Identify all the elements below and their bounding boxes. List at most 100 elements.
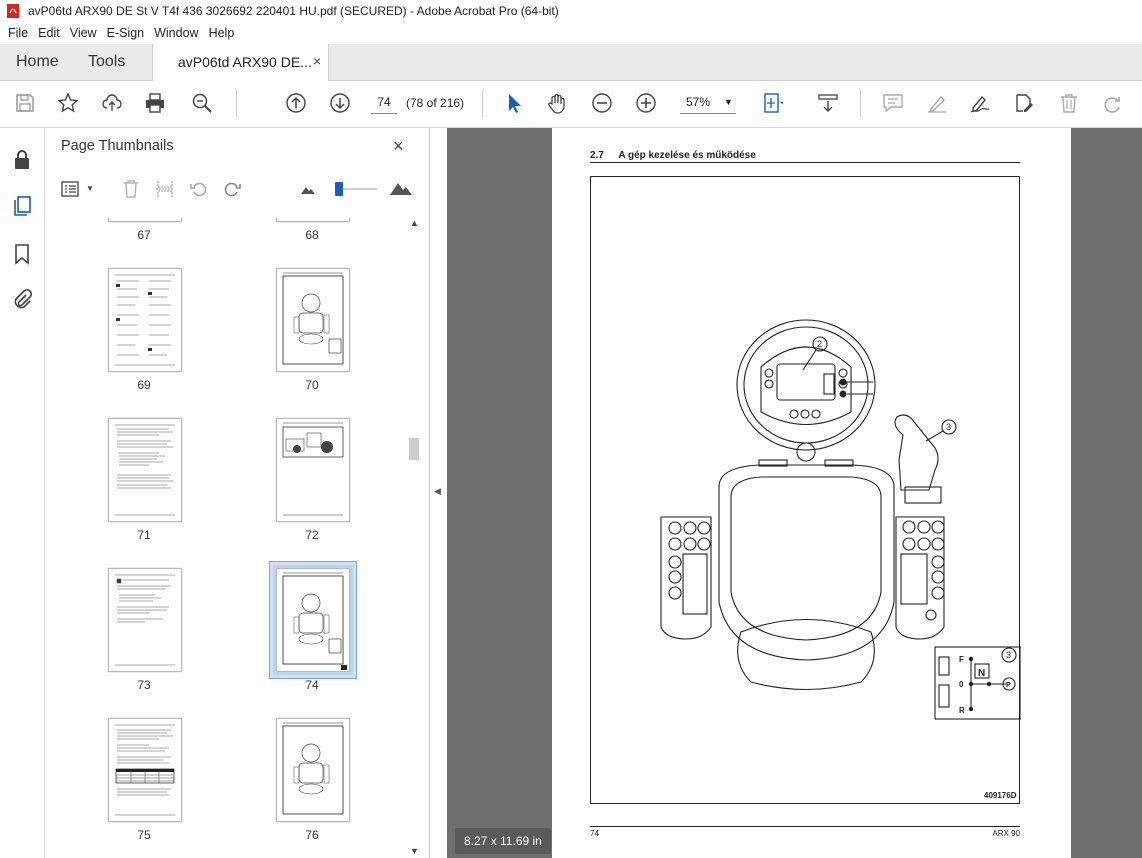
thumbnail-content — [115, 574, 175, 666]
collapse-panel-icon[interactable]: ◀ — [434, 486, 441, 497]
chevron-down-icon: ▼ — [724, 97, 733, 107]
tab-tools[interactable]: Tools — [88, 44, 125, 80]
thumbnail-page-73[interactable] — [108, 568, 182, 672]
thumbnail-page-71[interactable] — [108, 418, 182, 522]
lock-icon[interactable] — [10, 148, 34, 172]
next-page-icon[interactable] — [328, 91, 352, 115]
highlight-icon[interactable] — [925, 91, 949, 115]
bookmarks-icon[interactable] — [10, 242, 34, 266]
sign-icon[interactable] — [968, 91, 992, 115]
thumbnail-label: 67 — [137, 228, 151, 242]
select-cursor-icon[interactable] — [502, 91, 526, 115]
thumbnail-label: 70 — [305, 378, 319, 392]
thumbnail-size-handle[interactable] — [335, 182, 343, 196]
page-thumbnails-icon[interactable] — [10, 194, 34, 218]
options-menu-icon[interactable] — [61, 180, 81, 198]
delete-page-icon[interactable] — [121, 179, 141, 199]
thumbnail-page-74[interactable] — [273, 565, 353, 675]
toolbar-separator — [236, 89, 237, 117]
panel-title: Page Thumbnails — [61, 138, 174, 154]
menu-edit[interactable]: Edit — [38, 26, 60, 40]
thumbnail-page-70[interactable] — [276, 268, 350, 372]
zoom-in-icon[interactable] — [634, 91, 658, 115]
page-size-badge: 8.27 x 11.69 in — [455, 828, 551, 854]
edit-icon[interactable] — [1012, 91, 1036, 115]
thumbnail-content — [115, 424, 175, 516]
menu-help[interactable]: Help — [209, 26, 235, 40]
zoom-search-icon[interactable] — [190, 91, 214, 115]
thumbnail-page-75[interactable] — [108, 718, 182, 822]
gear-label-zero: 0 — [959, 680, 964, 689]
chevron-down-icon: ▼ — [86, 184, 94, 193]
thumbnail-label: 73 — [137, 678, 151, 692]
panel-toolbar: ▼ — [45, 174, 429, 204]
left-rail — [0, 128, 45, 858]
window-title: avP06td ARX90 DE St V T4f 436 3026692 22… — [28, 4, 559, 18]
rotate-right-icon[interactable] — [222, 179, 242, 199]
thumbnail-content — [282, 722, 344, 815]
pdf-page: 2.7 A gép kezelése és működése 2 3 3 F N… — [552, 128, 1071, 858]
gear-label-reverse: R — [959, 706, 965, 715]
title-bar: avP06td ARX90 DE St V T4f 436 3026692 22… — [0, 0, 1142, 22]
thumbnail-label: 68 — [305, 228, 319, 242]
footer-model: ARX 90 — [992, 829, 1020, 838]
gear-label-forward: F — [959, 655, 964, 664]
tab-close-icon[interactable]: × — [313, 53, 321, 69]
page-footer: 74 ARX 90 — [590, 826, 1020, 838]
main-toolbar: 74 (78 of 216) 57% ▼ — [0, 81, 1142, 128]
bookmark-star-icon[interactable] — [56, 91, 80, 115]
pdf-file-icon — [7, 4, 19, 18]
toolbar-separator — [482, 89, 483, 117]
section-number: 2.7 — [590, 150, 604, 161]
attachments-icon[interactable] — [10, 288, 34, 312]
scroll-mode-icon[interactable] — [816, 91, 840, 115]
rotate-left-icon[interactable] — [189, 179, 209, 199]
section-header: 2.7 A gép kezelése és működése — [590, 150, 1020, 163]
panel-close-icon[interactable]: × — [393, 136, 404, 157]
page-number-input[interactable]: 74 — [371, 91, 397, 114]
thumbnail-label: 75 — [137, 828, 151, 842]
figure-code: 409176D — [984, 791, 1017, 800]
panel-divider[interactable]: ◀ — [430, 128, 447, 858]
thumbnail-page-67[interactable] — [108, 218, 182, 222]
zoom-out-icon[interactable] — [590, 91, 614, 115]
menu-esign[interactable]: E-Sign — [107, 26, 145, 40]
thumbnail-page-76[interactable] — [276, 718, 350, 822]
thumbnail-content — [282, 272, 344, 365]
gear-label-neutral: N — [978, 668, 985, 679]
thumbnail-content — [115, 274, 175, 366]
comment-icon[interactable] — [881, 91, 905, 115]
hand-icon[interactable] — [545, 91, 569, 115]
thumbnails-panel: Page Thumbnails × ▼ 67 68 69 70 71 72 73… — [45, 128, 430, 858]
tab-home[interactable]: Home — [16, 44, 59, 80]
document-view[interactable]: 2.7 A gép kezelése és működése 2 3 3 F N… — [447, 128, 1142, 858]
thumbnail-page-69[interactable] — [108, 268, 182, 372]
menu-view[interactable]: View — [70, 26, 97, 40]
menu-window[interactable]: Window — [154, 26, 198, 40]
print-icon[interactable] — [143, 91, 167, 115]
thumbnail-page-72[interactable] — [276, 418, 350, 522]
tab-document[interactable]: avP06td ARX90 DE... × — [152, 44, 329, 81]
thumbnail-label: 72 — [305, 528, 319, 542]
footer-page-number: 74 — [590, 829, 599, 838]
thumbnail-content — [282, 572, 347, 670]
extract-pages-icon[interactable] — [155, 179, 175, 199]
save-icon[interactable] — [13, 91, 37, 115]
delete-icon[interactable] — [1057, 91, 1081, 115]
scroll-down-icon[interactable]: ▼ — [410, 846, 419, 856]
thumbnails-scrollbar[interactable]: ▲ ▼ — [407, 218, 421, 858]
menu-bar: File Edit View E-Sign Window Help — [0, 22, 1142, 44]
upload-icon[interactable] — [100, 91, 124, 115]
thumbnail-content — [115, 724, 175, 816]
menu-file[interactable]: File — [8, 26, 28, 40]
scroll-up-icon[interactable]: ▲ — [410, 218, 419, 228]
thumbnail-page-68[interactable] — [276, 218, 350, 222]
fit-page-icon[interactable] — [760, 91, 784, 115]
redo-icon[interactable] — [1100, 91, 1124, 115]
zoom-level-select[interactable]: 57% ▼ — [680, 91, 736, 114]
scrollbar-thumb[interactable] — [409, 438, 419, 460]
small-thumbnails-icon[interactable] — [300, 183, 316, 195]
thumbnail-label: 71 — [137, 528, 151, 542]
large-thumbnails-icon[interactable] — [389, 180, 413, 196]
prev-page-icon[interactable] — [284, 91, 308, 115]
